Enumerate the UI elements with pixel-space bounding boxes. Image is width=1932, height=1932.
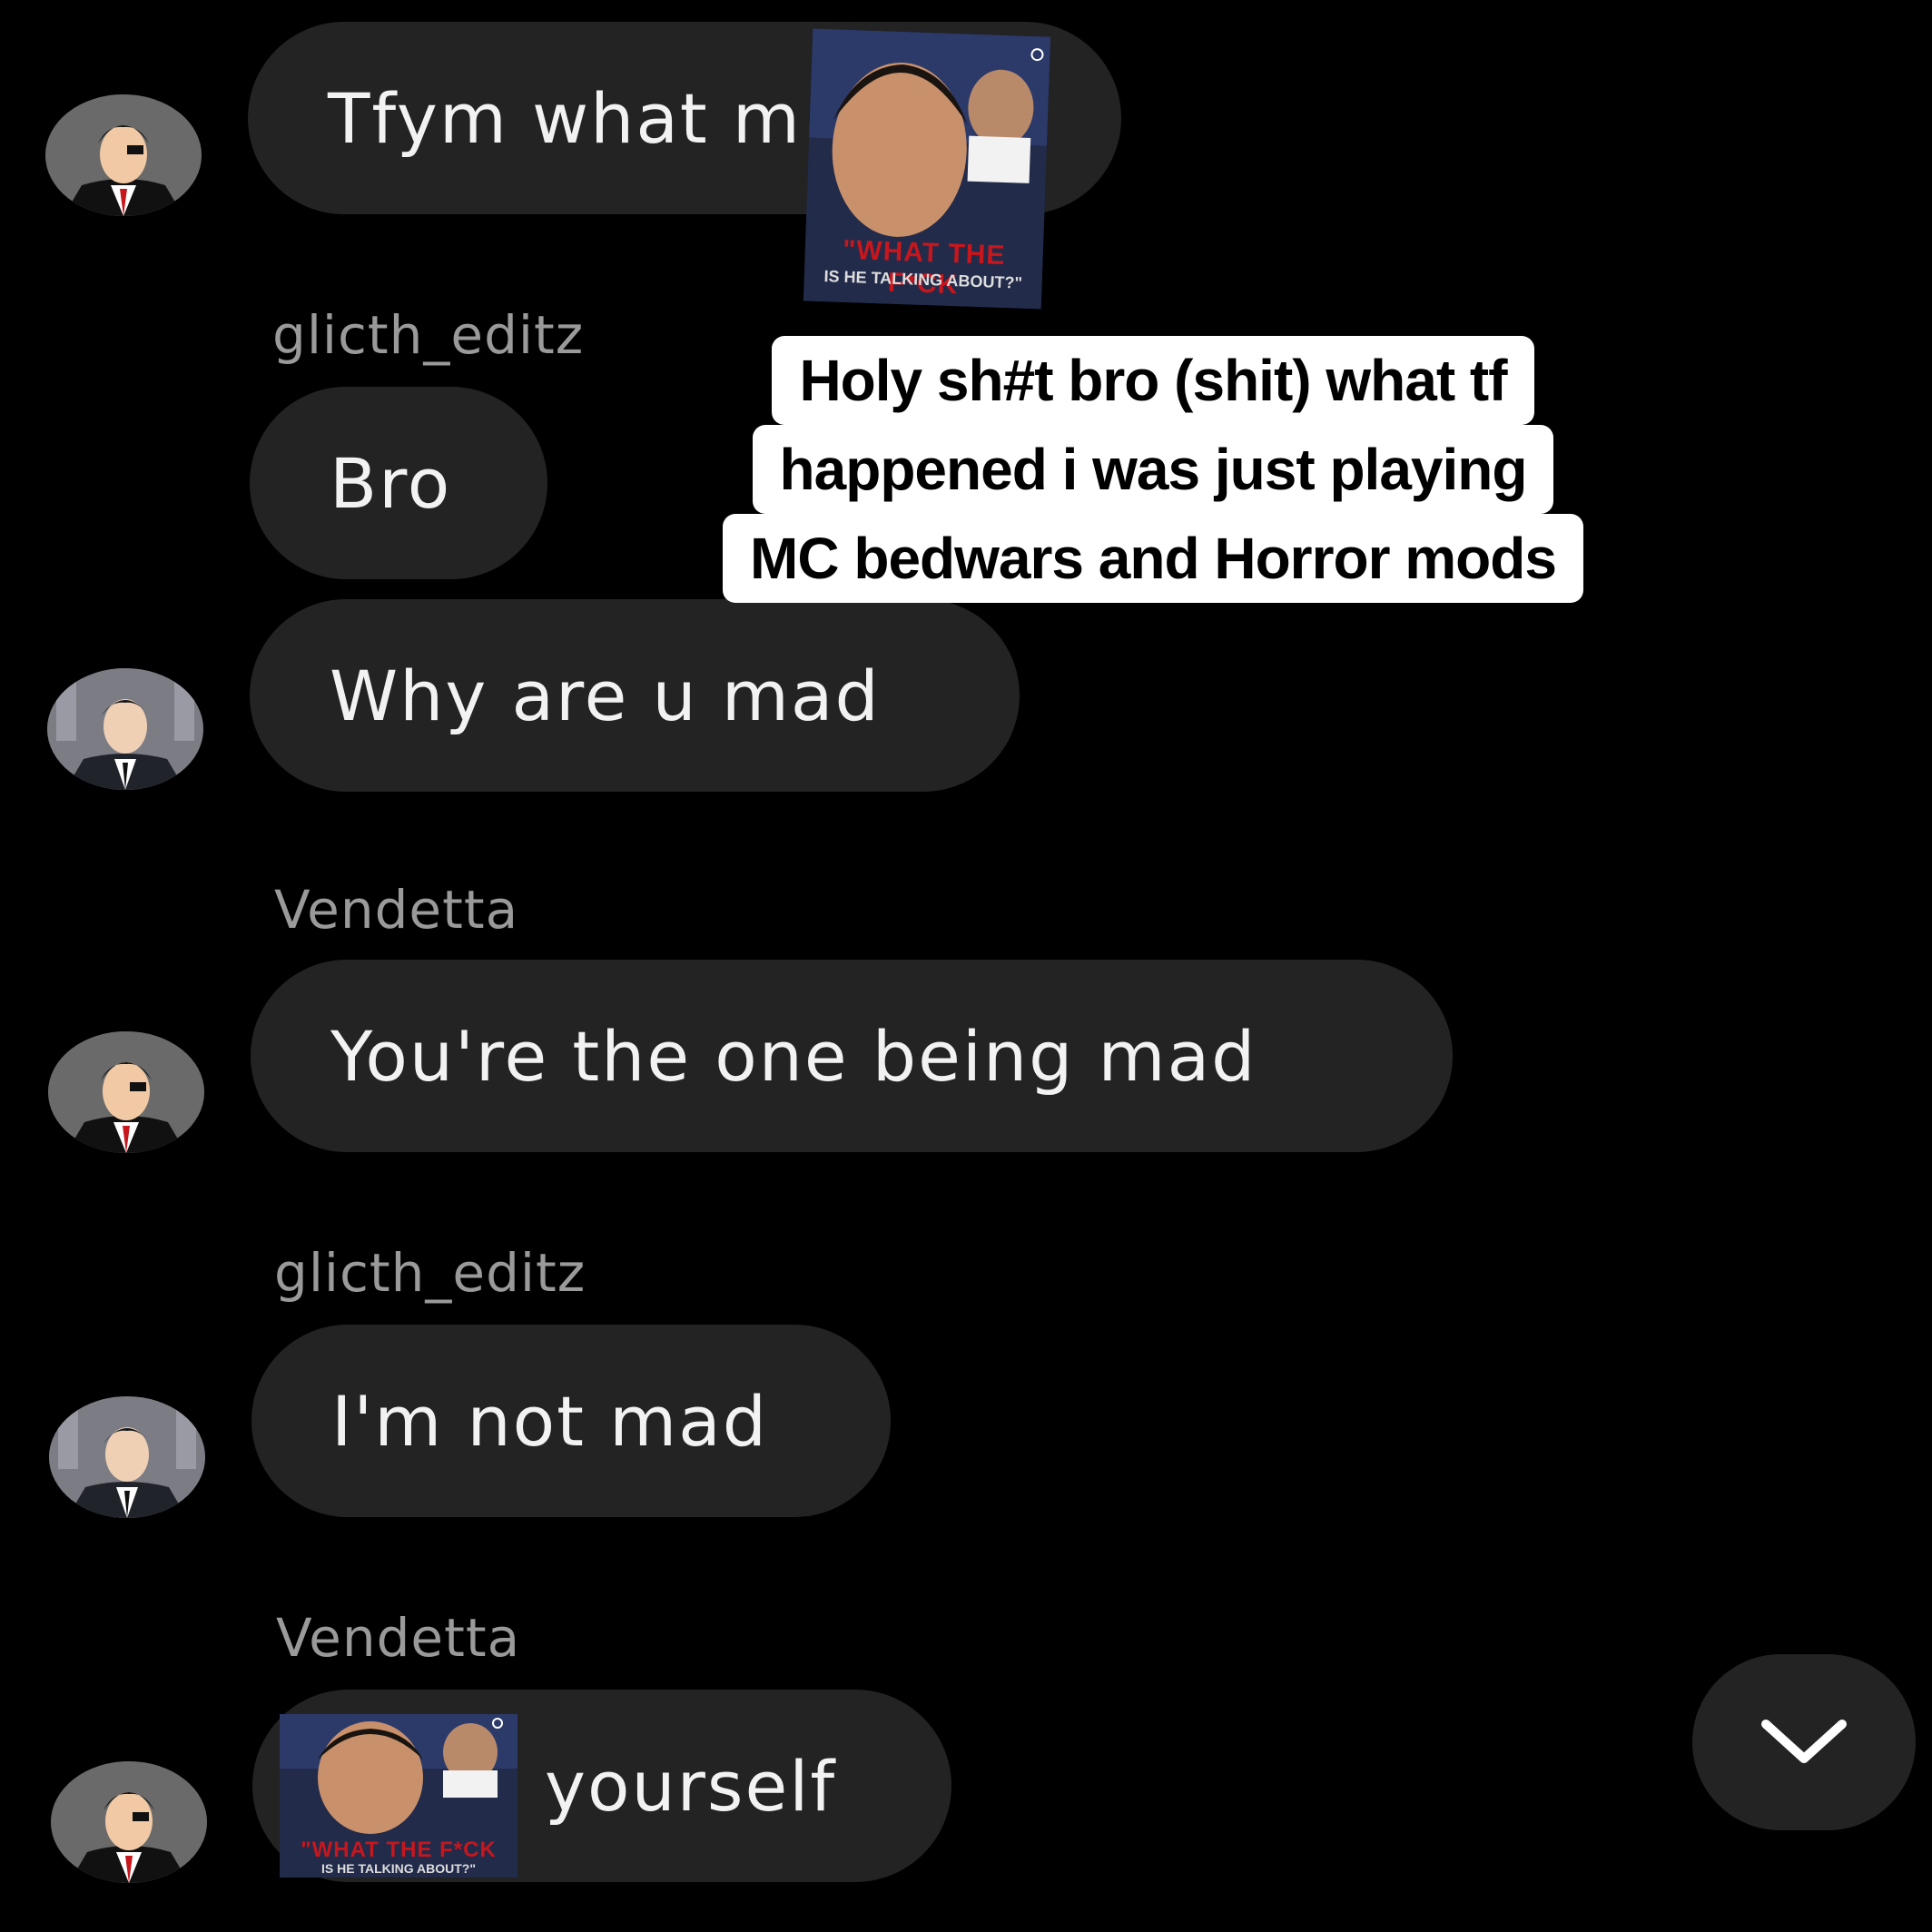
sticker-image[interactable]: "WHAT THE F*CK IS HE TALKING ABOUT?" xyxy=(280,1714,518,1878)
suit-avatar-icon xyxy=(47,668,203,790)
avatar-suit[interactable] xyxy=(49,1396,205,1518)
message-text: Why are u mad xyxy=(330,655,881,736)
caption-line: Holy sh#t bro (shit) what tf xyxy=(772,336,1534,425)
message-bubble[interactable]: I'm not mad xyxy=(251,1325,891,1517)
sender-name: Vendetta xyxy=(276,1607,521,1669)
sticker-subline: IS HE TALKING ABOUT?" xyxy=(321,1861,476,1876)
eyepatch-avatar-icon xyxy=(51,1761,207,1883)
caption-overlay: Holy sh#t bro (shit) what tf happened i … xyxy=(681,336,1625,603)
message-text: I'm not mad xyxy=(331,1380,768,1462)
avatar-eyepatch[interactable] xyxy=(48,1031,204,1153)
eyepatch-avatar-icon xyxy=(48,1031,204,1153)
chevron-down-icon xyxy=(1761,1720,1847,1763)
caption-line: happened i was just playing xyxy=(752,425,1554,514)
message-text: Tfym what m xyxy=(328,77,802,159)
sender-name: Vendetta xyxy=(274,879,519,941)
message-bubble[interactable]: Bro xyxy=(250,387,547,579)
avatar-eyepatch[interactable] xyxy=(45,94,202,216)
scroll-to-bottom-button[interactable] xyxy=(1692,1654,1916,1830)
suit-avatar-icon xyxy=(49,1396,205,1518)
sticker-headline: "WHAT THE F*CK xyxy=(301,1838,497,1862)
message-text: Bro xyxy=(330,442,452,524)
message-text: You're the one being mad xyxy=(330,1015,1257,1097)
avatar-eyepatch[interactable] xyxy=(51,1761,207,1883)
eyepatch-avatar-icon xyxy=(45,94,202,216)
sender-name: glicth_editz xyxy=(272,304,585,366)
avatar-suit[interactable] xyxy=(47,668,203,790)
caption-line: MC bedwars and Horror mods xyxy=(723,514,1583,603)
sender-name: glicth_editz xyxy=(274,1242,586,1304)
message-bubble[interactable]: Why are u mad xyxy=(250,599,1020,792)
sticker-image[interactable]: "WHAT THE F*CK IS HE TALKING ABOUT?" xyxy=(803,28,1051,310)
message-bubble[interactable]: You're the one being mad xyxy=(251,960,1453,1152)
